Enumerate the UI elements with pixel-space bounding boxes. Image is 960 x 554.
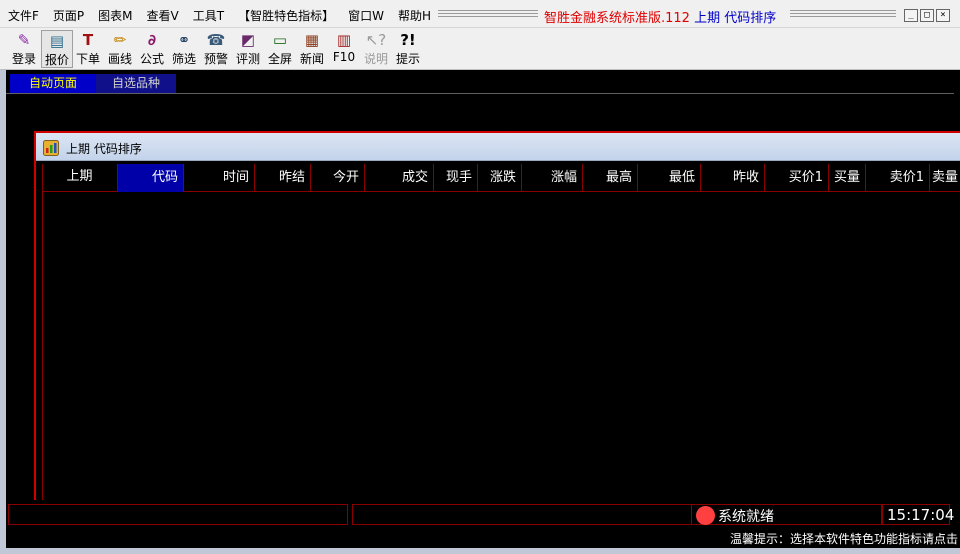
news-label: 新闻: [299, 52, 324, 66]
menu-page[interactable]: 页面P: [53, 7, 84, 24]
status-pane-ready: 系统就绪: [692, 504, 882, 525]
grid-left-border: [42, 164, 43, 504]
formula-label: 公式: [139, 52, 164, 66]
workspace: 自动页面 自选品种 上期 代码排序 上期 代码 时间 昨结 今开 成交 现手 涨: [0, 70, 960, 504]
f10-label: F10: [332, 50, 356, 64]
menu-chart[interactable]: 图表M: [98, 7, 132, 24]
minimize-button[interactable]: _: [904, 9, 918, 22]
col-volume[interactable]: 成交: [365, 164, 434, 192]
f10-button[interactable]: ▥ F10: [328, 30, 360, 68]
status-pane-2: [352, 504, 692, 525]
col-high[interactable]: 最高: [583, 164, 638, 192]
quote-button[interactable]: ▤ 报价: [41, 30, 73, 68]
window-bottom-edge: [0, 548, 960, 554]
evaluate-icon: ◩: [240, 31, 256, 49]
fullscreen-icon: ▭: [272, 31, 288, 49]
menu-tools[interactable]: 工具T: [193, 7, 224, 24]
window-buttons: _ □ ×: [904, 9, 950, 22]
fullscreen-label: 全屏: [267, 52, 292, 66]
books-icon: ▥: [336, 31, 352, 49]
col-prev-settle[interactable]: 昨结: [255, 164, 311, 192]
order-icon: T: [82, 31, 94, 49]
news-icon: ▦: [304, 31, 320, 49]
draw-line-label: 画线: [107, 52, 132, 66]
close-button[interactable]: ×: [936, 9, 950, 22]
order-button[interactable]: T 下单: [72, 30, 104, 68]
login-button[interactable]: ✎ 登录: [8, 30, 40, 68]
hint-bar: 温馨提示：选择本软件特色功能指标请点击: [0, 528, 960, 548]
alarm-icon: ☎: [206, 31, 226, 49]
fullscreen-button[interactable]: ▭ 全屏: [264, 30, 296, 68]
app-title: 智胜金融系统标准版.112: [544, 11, 690, 26]
order-label: 下单: [75, 52, 100, 66]
tip-icon: ?!: [400, 31, 416, 49]
evaluate-button[interactable]: ◩ 评测: [232, 30, 264, 68]
col-prev-close[interactable]: 昨收: [701, 164, 765, 192]
menu-items: 文件F 页面P 图表M 查看V 工具T 【智胜特色指标】 窗口W 帮助H: [8, 7, 445, 24]
menu-grip: [438, 10, 538, 19]
binoculars-icon: ⚭: [177, 31, 191, 49]
toolbar: ✎ 登录 ▤ 报价 T 下单 ✏ 画线 ∂ 公式 ⚭ 筛选 ☎ 预警 ◩ 评测 …: [0, 28, 960, 70]
alarm-button[interactable]: ☎ 预警: [200, 30, 232, 68]
evaluate-label: 评测: [235, 52, 260, 66]
menu-help[interactable]: 帮助H: [398, 7, 431, 24]
col-bid-price[interactable]: 买价1: [765, 164, 829, 192]
connection-status-icon: [696, 506, 715, 525]
status-pane-1: [8, 504, 348, 525]
col-bid-volume[interactable]: 买量: [829, 164, 866, 192]
sort-window-title: 上期 代码排序: [66, 142, 142, 156]
col-time[interactable]: 时间: [184, 164, 255, 192]
menu-window[interactable]: 窗口W: [348, 7, 384, 24]
col-current-hand[interactable]: 现手: [434, 164, 478, 192]
status-ready-text: 系统就绪: [718, 509, 774, 525]
menu-grip-right: [790, 10, 896, 19]
page-tabs: 自动页面 自选品种: [6, 72, 954, 94]
menu-file[interactable]: 文件F: [8, 7, 39, 24]
status-bar: 系统就绪 15:17:04: [0, 500, 960, 528]
page-title: 上期 代码排序: [694, 11, 777, 26]
tip-label: 提示: [395, 52, 420, 66]
explain-label: 说明: [363, 52, 388, 66]
tab-auto-page[interactable]: 自动页面: [10, 74, 96, 93]
quote-grid: 上期 代码 时间 昨结 今开 成交 现手 涨跌 涨幅 最高 最低 昨收 买价1 …: [42, 162, 960, 504]
tip-button[interactable]: ?! 提示: [392, 30, 424, 68]
col-low[interactable]: 最低: [638, 164, 701, 192]
formula-icon: ∂: [147, 31, 157, 49]
window-title: 智胜金融系统标准版.112 上期 代码排序: [544, 7, 776, 26]
col-ask-price[interactable]: 卖价1: [866, 164, 930, 192]
news-button[interactable]: ▦ 新闻: [296, 30, 328, 68]
restore-button[interactable]: □: [920, 9, 934, 22]
col-code[interactable]: 代码: [118, 164, 184, 192]
quote-icon: ▤: [49, 32, 65, 50]
tab-watchlist[interactable]: 自选品种: [96, 74, 176, 93]
col-change-pct[interactable]: 涨幅: [522, 164, 583, 192]
pencil-icon: ✎: [17, 31, 31, 49]
status-pane-clock: 15:17:04: [882, 504, 954, 525]
filter-label: 筛选: [171, 52, 196, 66]
draw-line-icon: ✏: [113, 31, 127, 49]
sort-window-titlebar[interactable]: 上期 代码排序: [36, 133, 960, 161]
quote-label: 报价: [44, 53, 69, 67]
col-ask-volume[interactable]: 卖量: [930, 164, 960, 192]
chart-app-icon: [43, 140, 59, 156]
col-change[interactable]: 涨跌: [478, 164, 522, 192]
col-market[interactable]: 上期: [42, 164, 118, 192]
help-cursor-icon: ↖?: [365, 31, 387, 49]
menu-view[interactable]: 查看V: [147, 7, 179, 24]
menu-special-indicators[interactable]: 【智胜特色指标】: [238, 7, 334, 24]
filter-button[interactable]: ⚭ 筛选: [168, 30, 200, 68]
draw-line-button[interactable]: ✏ 画线: [104, 30, 136, 68]
formula-button[interactable]: ∂ 公式: [136, 30, 168, 68]
sort-window: 上期 代码排序 上期 代码 时间 昨结 今开 成交 现手 涨跌 涨幅 最高 最低…: [34, 131, 960, 504]
col-open[interactable]: 今开: [311, 164, 365, 192]
alarm-label: 预警: [203, 52, 228, 66]
explain-button[interactable]: ↖? 说明: [360, 30, 392, 68]
login-label: 登录: [11, 52, 36, 66]
grid-header: 上期 代码 时间 昨结 今开 成交 现手 涨跌 涨幅 最高 最低 昨收 买价1 …: [42, 164, 960, 192]
clock-text: 15:17:04: [887, 506, 955, 524]
menu-bar: 文件F 页面P 图表M 查看V 工具T 【智胜特色指标】 窗口W 帮助H 智胜金…: [0, 0, 960, 28]
hint-text[interactable]: 温馨提示：选择本软件特色功能指标请点击: [730, 530, 958, 547]
